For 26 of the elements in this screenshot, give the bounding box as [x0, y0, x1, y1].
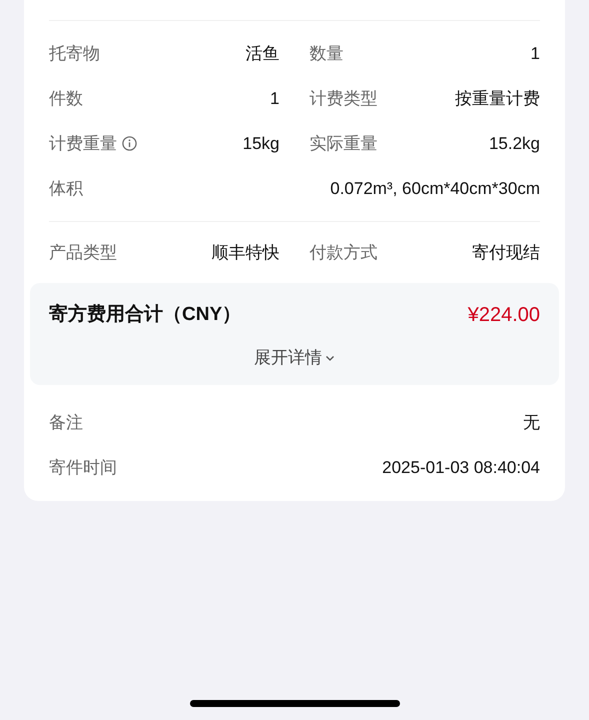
field-value: 0.072m³, 60cm*40cm*30cm [330, 178, 540, 200]
info-icon[interactable] [122, 136, 137, 151]
field-label: 付款方式 [310, 242, 378, 264]
field-label: 计费类型 [310, 88, 378, 110]
expand-details-button[interactable]: 展开详情 [254, 345, 335, 370]
field-value: 15kg [242, 132, 280, 155]
field-label: 托寄物 [49, 42, 100, 65]
fee-total-amount: ¥224.00 [468, 303, 540, 328]
field-value: 15.2kg [488, 132, 540, 155]
field-value: 按重量计费 [455, 88, 540, 110]
field-value: 1 [270, 88, 280, 110]
field-value: 活鱼 [246, 42, 280, 65]
field-label: 件数 [49, 88, 83, 110]
field-value: 寄付现结 [472, 242, 540, 264]
field-label: 备注 [49, 412, 83, 434]
field-label: 数量 [310, 42, 344, 65]
fee-total-label: 寄方费用合计（CNY） [49, 302, 242, 327]
field-value: 无 [523, 412, 540, 434]
field-label: 计费重量 [49, 132, 117, 155]
field-value: 1 [530, 42, 540, 65]
field-label: 体积 [49, 178, 83, 200]
field-label: 实际重量 [310, 132, 378, 155]
field-label: 寄件时间 [49, 457, 117, 480]
field-label: 产品类型 [49, 242, 117, 264]
field-value: 顺丰特快 [212, 242, 280, 264]
field-value: 2025-01-03 08:40:04 [382, 457, 540, 480]
